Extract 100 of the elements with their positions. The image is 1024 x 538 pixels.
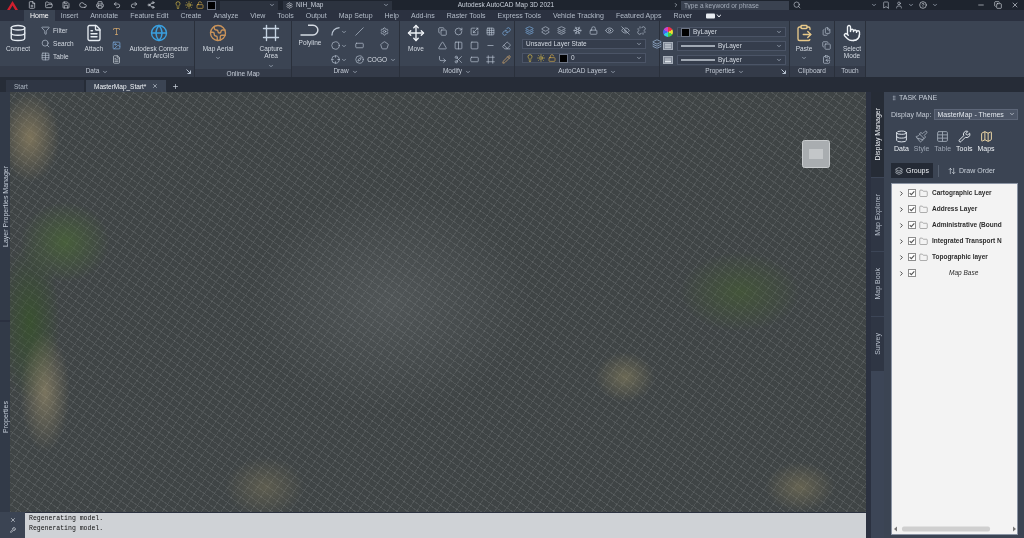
pencil-icon[interactable] — [502, 55, 511, 64]
search-icon[interactable] — [793, 1, 801, 9]
document-icon[interactable] — [111, 55, 121, 64]
caret-icon — [636, 41, 642, 47]
rectangle-icon[interactable] — [355, 41, 365, 50]
color-swatch-icon — [681, 27, 690, 37]
map-icon — [979, 130, 993, 143]
layers-icon[interactable] — [557, 26, 566, 35]
earth-icon — [209, 24, 227, 42]
layer-checkbox[interactable] — [908, 221, 916, 229]
broken-link-icon[interactable] — [637, 26, 646, 35]
dialog-launcher-icon[interactable] — [781, 69, 786, 74]
rectangle-icon[interactable] — [470, 55, 479, 64]
printer-icon[interactable] — [96, 1, 104, 9]
dialog-launcher-icon[interactable] — [186, 69, 191, 74]
ribbon-toggle-icon[interactable] — [706, 12, 722, 19]
compass-icon — [355, 55, 365, 64]
gear-icon[interactable] — [379, 27, 389, 36]
redo-icon[interactable] — [130, 1, 138, 9]
grip-icon[interactable] — [891, 94, 897, 101]
undo-icon[interactable] — [113, 1, 121, 9]
clipboard-icon — [795, 24, 813, 42]
chevron-right-icon[interactable] — [673, 2, 679, 8]
eye-off-icon[interactable] — [621, 26, 630, 35]
color-swatch-icon — [207, 0, 216, 10]
caret-icon — [776, 29, 782, 35]
circle-icon[interactable] — [331, 41, 341, 50]
close-icon[interactable] — [9, 517, 16, 523]
lightbulb-icon[interactable] — [174, 1, 182, 9]
clipboard-icon[interactable] — [822, 55, 831, 64]
snowflake-icon[interactable] — [573, 26, 582, 35]
help-icon[interactable] — [919, 1, 927, 9]
linetype-preview-icon — [681, 45, 715, 47]
minimize-icon[interactable] — [977, 1, 985, 9]
horizontal-scrollbar[interactable] — [894, 526, 1016, 532]
scissors-icon[interactable] — [454, 55, 463, 64]
sun-icon — [537, 54, 545, 62]
wrench-icon — [957, 130, 971, 143]
folder-icon — [919, 204, 928, 214]
frame-icon — [262, 24, 280, 42]
table-icon — [936, 130, 950, 143]
cloud-icon[interactable] — [79, 1, 87, 9]
layer-checkbox[interactable] — [908, 205, 916, 213]
scale-icon[interactable] — [470, 27, 479, 36]
files-icon[interactable] — [822, 27, 831, 36]
layer-checkbox[interactable] — [908, 253, 916, 261]
color-wheel-icon[interactable] — [663, 27, 673, 37]
line-icon[interactable] — [355, 27, 365, 36]
copy-icon[interactable] — [438, 27, 447, 36]
caret-icon — [776, 43, 782, 49]
caret-icon — [269, 2, 275, 8]
rotate-icon[interactable] — [454, 27, 463, 36]
copy-icon[interactable] — [822, 41, 831, 50]
triangle-icon[interactable] — [438, 41, 447, 50]
database-icon — [9, 24, 27, 42]
eraser-icon[interactable] — [502, 41, 511, 50]
sort-arrows-icon — [947, 166, 956, 175]
unlock-icon[interactable] — [196, 1, 204, 9]
folder-icon — [919, 236, 928, 246]
sun-icon[interactable] — [185, 1, 193, 9]
layers-icon[interactable] — [652, 39, 662, 49]
layer-checkbox[interactable] — [908, 237, 916, 245]
new-file-icon[interactable] — [28, 1, 36, 9]
globe-icon — [150, 24, 168, 42]
frame-icon[interactable] — [486, 55, 495, 64]
lines-tile-icon[interactable] — [663, 56, 673, 64]
point-icon[interactable] — [331, 55, 341, 64]
corner-arrow-icon[interactable] — [438, 55, 447, 64]
wrench-icon[interactable] — [9, 527, 16, 533]
square-icon[interactable] — [470, 41, 479, 50]
columns-icon[interactable] — [454, 41, 463, 50]
save-icon[interactable] — [62, 1, 70, 9]
lines-tile-icon[interactable] — [663, 42, 673, 50]
lightbulb-icon — [526, 54, 534, 62]
open-folder-icon[interactable] — [45, 1, 53, 9]
close-icon[interactable] — [152, 83, 159, 89]
user-icon[interactable] — [895, 1, 903, 9]
caret-icon — [932, 2, 938, 8]
image-icon[interactable] — [111, 41, 121, 50]
color-swatch-icon — [559, 53, 568, 63]
array-grid-icon[interactable] — [486, 27, 495, 36]
lock-icon[interactable] — [589, 26, 598, 35]
layer-checkbox[interactable] — [908, 269, 916, 277]
gear-icon — [286, 1, 293, 9]
text-style-icon[interactable] — [111, 27, 121, 36]
layers-icon[interactable] — [525, 26, 534, 35]
caret-icon — [636, 55, 642, 61]
restore-icon[interactable] — [994, 1, 1002, 9]
link-icon[interactable] — [502, 27, 511, 36]
eye-icon[interactable] — [605, 26, 614, 35]
caret-icon — [776, 57, 782, 63]
layer-checkbox[interactable] — [908, 189, 916, 197]
bookmark-icon[interactable] — [882, 1, 890, 9]
paintbrush-icon — [915, 130, 929, 143]
layers-icon[interactable] — [541, 26, 550, 35]
arc-icon[interactable] — [331, 27, 341, 36]
share-icon[interactable] — [147, 1, 155, 9]
close-icon[interactable] — [1011, 1, 1019, 9]
pentagon-icon[interactable] — [379, 41, 389, 50]
plus-icon[interactable] — [172, 82, 180, 90]
